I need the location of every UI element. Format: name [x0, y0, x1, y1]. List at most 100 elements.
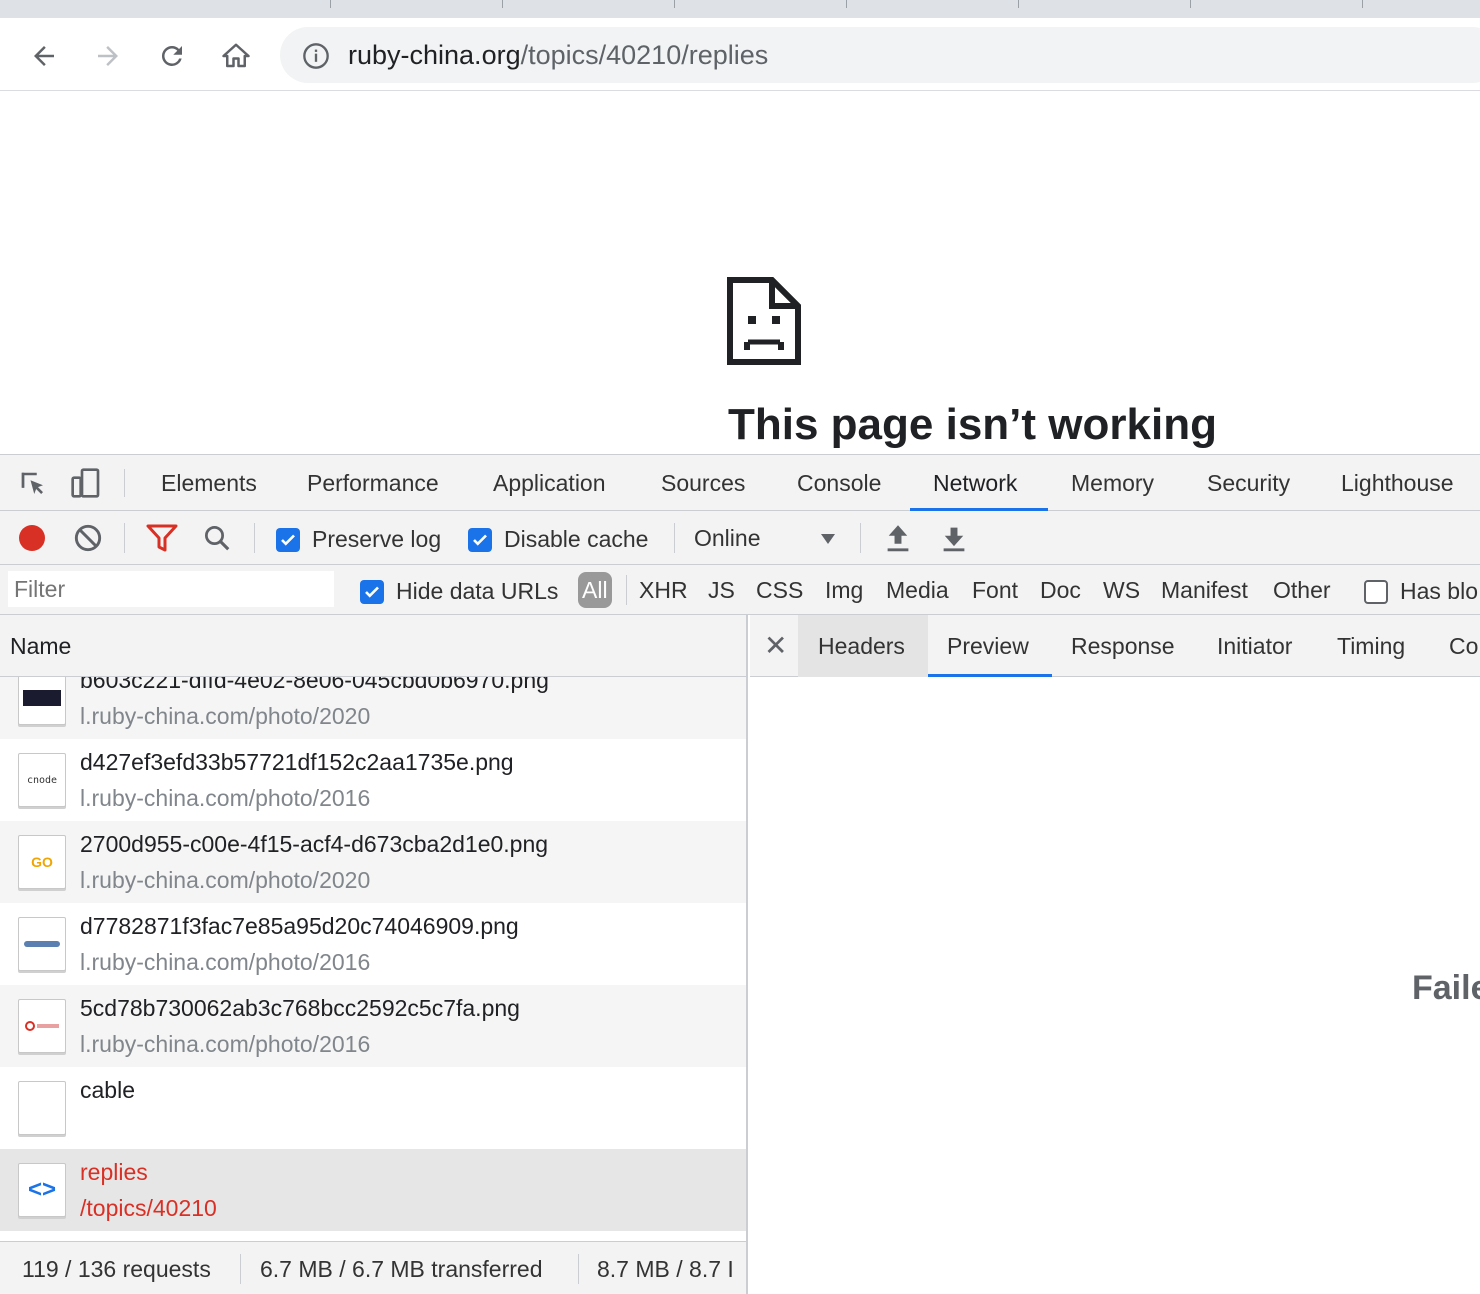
- chevron-down-icon: [821, 534, 835, 544]
- request-path: l.ruby-china.com/photo/2020: [80, 703, 371, 729]
- tab-separator: [1190, 0, 1191, 8]
- filter-input[interactable]: [8, 571, 334, 607]
- image-thumbnail: GO: [18, 835, 66, 889]
- request-row[interactable]: cnode d427ef3efd33b57721df152c2aa1735e.p…: [0, 739, 746, 821]
- disable-cache-checkbox[interactable]: Disable cache: [468, 526, 648, 553]
- checkbox-checked[interactable]: [276, 527, 300, 552]
- tab-lighthouse[interactable]: Lighthouse: [1341, 455, 1454, 511]
- hide-data-urls-label: Hide data URLs: [396, 578, 559, 604]
- tab-separator: [1018, 0, 1019, 8]
- filter-toggle-button[interactable]: [146, 523, 178, 553]
- filter-type-js[interactable]: JS: [708, 565, 735, 615]
- request-row[interactable]: cable: [0, 1067, 746, 1149]
- back-button[interactable]: [24, 36, 64, 76]
- tab-network[interactable]: Network: [933, 455, 1017, 511]
- thumbnail-preview: [25, 1021, 35, 1031]
- tab-headers[interactable]: Headers: [798, 615, 928, 677]
- close-icon[interactable]: ✕: [764, 629, 787, 662]
- request-path: l.ruby-china.com/photo/2016: [80, 785, 371, 811]
- error-title: This page isn’t working: [728, 400, 1217, 449]
- tab-sources[interactable]: Sources: [661, 455, 745, 511]
- request-row[interactable]: 5cd78b730062ab3c768bcc2592c5c7fa.png l.r…: [0, 985, 746, 1067]
- filter-type-all[interactable]: All: [578, 572, 612, 608]
- document-icon: <>: [18, 1163, 66, 1217]
- checkbox-unchecked[interactable]: [1364, 579, 1388, 604]
- request-list-pane: Name b603c221-dffd-4e02-8e06-045cbd0b697…: [0, 615, 748, 1294]
- forward-button[interactable]: [88, 36, 128, 76]
- thumbnail-text: cnode: [26, 774, 58, 786]
- filter-type-doc[interactable]: Doc: [1040, 565, 1081, 615]
- request-row[interactable]: b603c221-dffd-4e02-8e06-045cbd0b6970.png…: [0, 677, 746, 739]
- reload-button[interactable]: [152, 36, 192, 76]
- home-button[interactable]: [216, 36, 256, 76]
- checkbox-checked[interactable]: [468, 527, 492, 552]
- filter-type-xhr[interactable]: XHR: [639, 565, 688, 615]
- import-har-button[interactable]: [884, 523, 912, 553]
- tab-timing[interactable]: Timing: [1337, 615, 1405, 677]
- request-path: /topics/40210: [80, 1195, 217, 1221]
- filter-type-font[interactable]: Font: [972, 565, 1018, 615]
- preserve-log-label: Preserve log: [312, 526, 442, 552]
- filter-type-css[interactable]: CSS: [756, 565, 803, 615]
- column-header-name[interactable]: Name: [0, 615, 746, 677]
- request-name: d7782871f3fac7e85a95d20c74046909.png: [80, 913, 519, 939]
- address-bar[interactable]: ruby-china.org/topics/40210/replies: [280, 27, 1480, 83]
- info-icon[interactable]: [302, 42, 330, 70]
- tab-elements[interactable]: Elements: [161, 455, 257, 511]
- filter-type-other[interactable]: Other: [1273, 565, 1331, 615]
- network-status-bar: 119 / 136 requests 6.7 MB / 6.7 MB trans…: [0, 1241, 746, 1294]
- hide-data-urls-checkbox[interactable]: Hide data URLs: [360, 578, 558, 605]
- funnel-icon: [146, 524, 178, 552]
- tab-security[interactable]: Security: [1207, 455, 1290, 511]
- tab-preview[interactable]: Preview: [947, 615, 1029, 677]
- tab-memory[interactable]: Memory: [1071, 455, 1154, 511]
- export-har-button[interactable]: [940, 523, 968, 553]
- request-row-selected[interactable]: <> replies /topics/40210: [0, 1149, 746, 1231]
- tab-initiator[interactable]: Initiator: [1217, 615, 1292, 677]
- separator: [124, 469, 125, 497]
- status-requests: 119 / 136 requests: [22, 1256, 211, 1282]
- inspect-element-icon[interactable]: [18, 469, 48, 499]
- request-path: l.ruby-china.com/photo/2016: [80, 949, 371, 975]
- checkmark-icon: [473, 534, 487, 546]
- tab-console[interactable]: Console: [797, 455, 881, 511]
- status-transferred: 6.7 MB / 6.7 MB transferred: [260, 1256, 543, 1282]
- request-name: b603c221-dffd-4e02-8e06-045cbd0b6970.png: [80, 677, 549, 693]
- throttling-select[interactable]: Online: [694, 525, 840, 552]
- filter-type-ws[interactable]: WS: [1103, 565, 1140, 615]
- failed-message: Faile: [1412, 969, 1480, 1007]
- separator: [626, 575, 627, 605]
- home-icon: [222, 43, 250, 68]
- tab-response[interactable]: Response: [1071, 615, 1175, 677]
- image-thumbnail: [18, 917, 66, 971]
- request-name: 5cd78b730062ab3c768bcc2592c5c7fa.png: [80, 995, 520, 1021]
- image-thumbnail: [18, 999, 66, 1053]
- device-toolbar-icon[interactable]: [70, 467, 102, 499]
- separator: [254, 523, 255, 553]
- url-text[interactable]: ruby-china.org/topics/40210/replies: [348, 40, 768, 71]
- tab-application[interactable]: Application: [493, 455, 606, 511]
- request-row[interactable]: d7782871f3fac7e85a95d20c74046909.png l.r…: [0, 903, 746, 985]
- clear-icon: [74, 524, 102, 552]
- tab-cookies[interactable]: Co: [1449, 615, 1478, 677]
- filter-type-img[interactable]: Img: [825, 565, 863, 615]
- clear-button[interactable]: [74, 524, 102, 552]
- search-icon: [205, 526, 230, 551]
- search-button[interactable]: [202, 523, 232, 553]
- record-button[interactable]: [18, 524, 46, 552]
- thumbnail-preview: [37, 1024, 59, 1028]
- record-icon: [19, 525, 45, 551]
- tab-performance[interactable]: Performance: [307, 455, 439, 511]
- request-name: replies: [80, 1159, 148, 1185]
- request-row[interactable]: GO 2700d955-c00e-4f15-acf4-d673cba2d1e0.…: [0, 821, 746, 903]
- thumbnail-preview: [23, 690, 61, 706]
- thumbnail-text: GO: [31, 854, 53, 870]
- devtools-panel: Elements Performance Application Sources…: [0, 454, 1480, 1294]
- checkbox-checked[interactable]: [360, 579, 384, 604]
- preserve-log-checkbox[interactable]: Preserve log: [276, 526, 441, 553]
- has-blocked-cookies-checkbox[interactable]: Has blo: [1364, 578, 1478, 605]
- filter-type-manifest[interactable]: Manifest: [1161, 565, 1248, 615]
- filter-type-media[interactable]: Media: [886, 565, 949, 615]
- devtools-main-tabs: Elements Performance Application Sources…: [0, 455, 1480, 511]
- thumbnail-preview: [24, 941, 60, 947]
